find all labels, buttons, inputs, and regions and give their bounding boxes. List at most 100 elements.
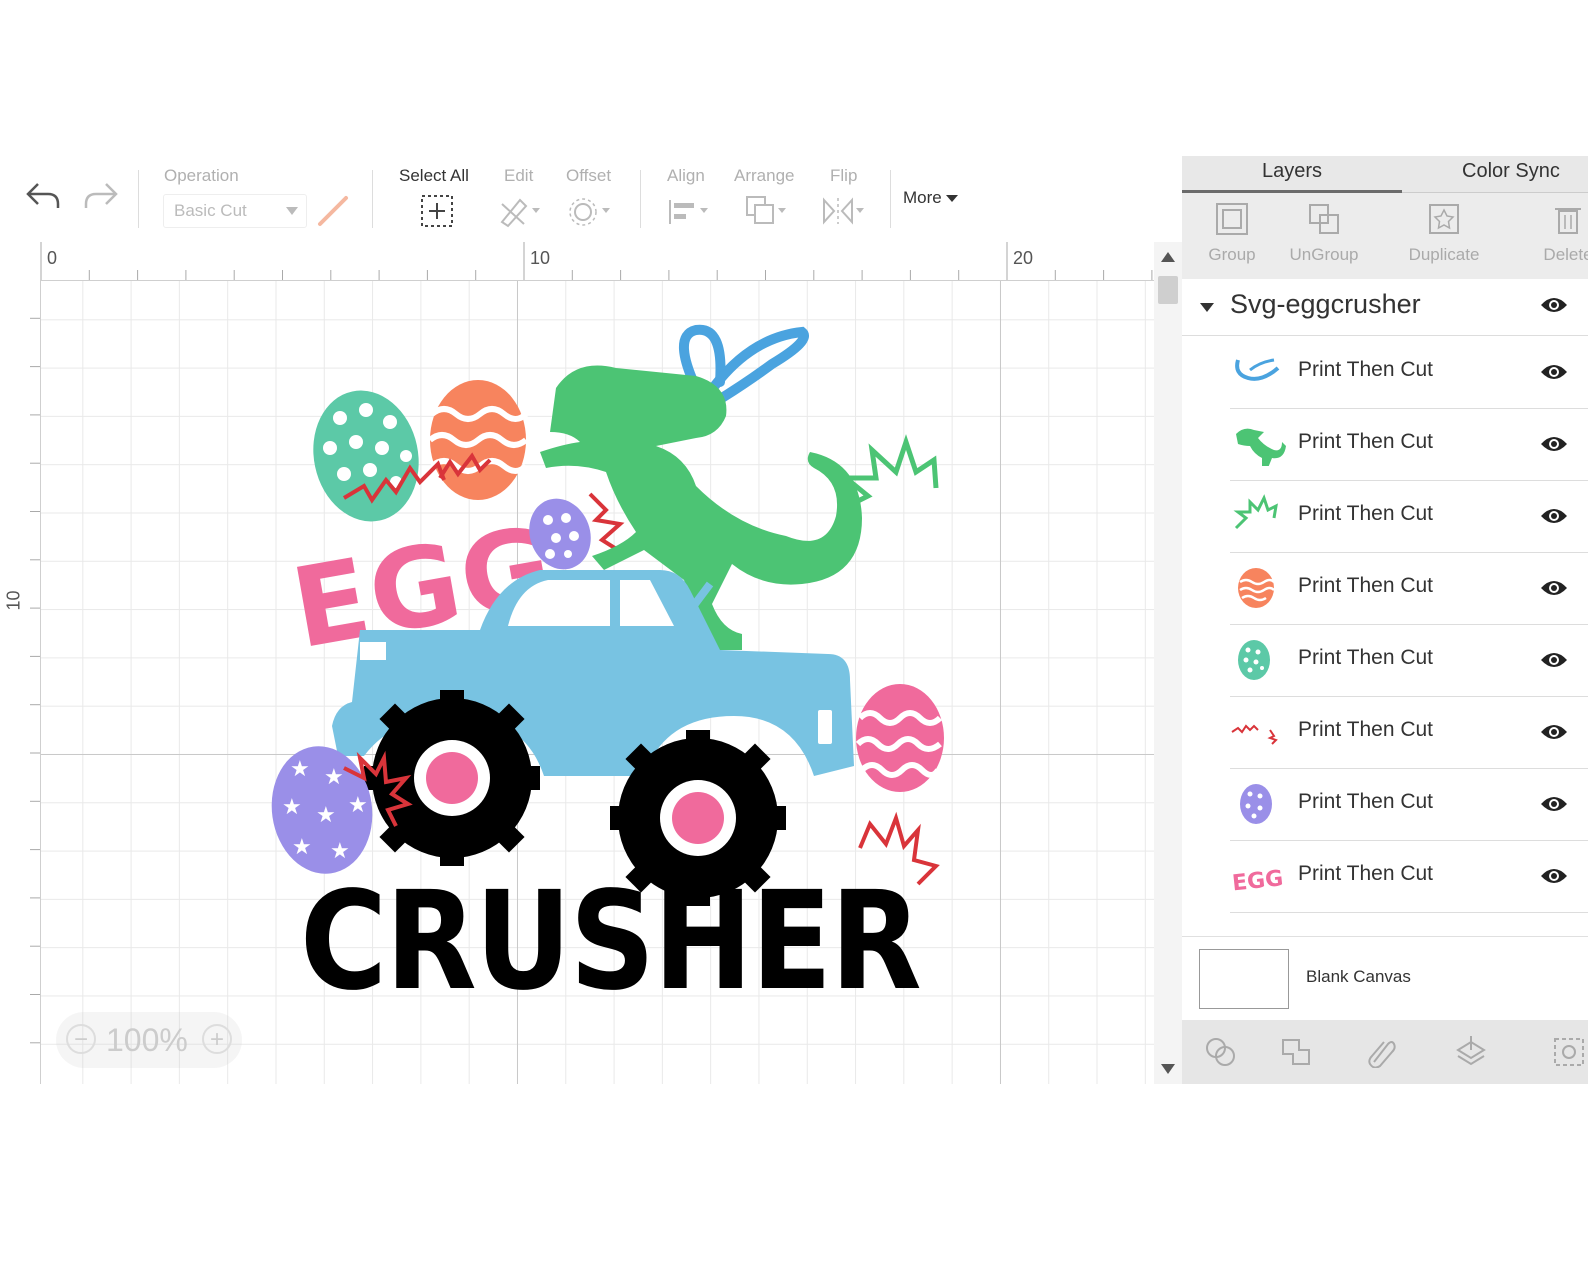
- select-all-icon[interactable]: [420, 194, 454, 228]
- blank-canvas-row[interactable]: Blank Canvas: [1182, 936, 1588, 1021]
- chevron-down-icon: [945, 195, 958, 203]
- layer-thumbnail-spark: [1233, 494, 1278, 530]
- layer-thumbnail-teal-egg: [1238, 640, 1270, 680]
- eye-icon[interactable]: [1540, 434, 1568, 454]
- eye-icon[interactable]: [1540, 578, 1568, 598]
- tab-layers[interactable]: Layers: [1262, 160, 1322, 183]
- duplicate-label: Duplicate: [1408, 245, 1480, 264]
- orange-egg[interactable]: [428, 380, 529, 500]
- layer-thumbnail-purple-egg: [1240, 784, 1272, 824]
- left-wheel[interactable]: [364, 690, 540, 866]
- panel-tabs: Layers Color Sync: [1182, 156, 1588, 193]
- eye-icon[interactable]: [1540, 650, 1568, 670]
- scroll-thumb[interactable]: [1158, 276, 1178, 304]
- align-icon[interactable]: [666, 194, 712, 228]
- duplicate-button[interactable]: Duplicate: [1394, 193, 1494, 279]
- svg-text:★: ★: [324, 765, 344, 790]
- attach-icon[interactable]: [1364, 1036, 1398, 1068]
- layer-group-row[interactable]: Svg-eggcrusher: [1182, 279, 1588, 336]
- duplicate-icon: [1429, 204, 1459, 234]
- eye-icon[interactable]: [1540, 295, 1568, 315]
- offset-label: Offset: [566, 166, 612, 185]
- undo-icon[interactable]: [24, 178, 64, 214]
- layer-name: Print Then Cut: [1298, 862, 1434, 885]
- ruler-top-label-0: 0: [47, 248, 58, 268]
- flatten-icon[interactable]: [1454, 1036, 1488, 1068]
- layers-panel: Layers Color Sync Group UnGroup Duplicat…: [1182, 156, 1588, 1084]
- ruler-top-ticks: [40, 242, 1153, 280]
- ruler-left-ticks: [30, 317, 40, 1044]
- ungroup-button[interactable]: UnGroup: [1274, 193, 1374, 279]
- layer-thumbnail-red-cracks: [1231, 724, 1278, 745]
- edit-icon[interactable]: [498, 194, 544, 228]
- canvas-scrollbar[interactable]: [1154, 242, 1182, 1084]
- layer-row[interactable]: Print Then Cut: [1230, 696, 1588, 769]
- tab-color-sync[interactable]: Color Sync: [1462, 160, 1560, 183]
- offset-icon[interactable]: [568, 194, 614, 228]
- svg-text:★: ★: [316, 803, 336, 828]
- layer-row[interactable]: Print Then Cut: [1230, 480, 1588, 553]
- layer-name: Print Then Cut: [1298, 790, 1434, 813]
- svg-text:★: ★: [282, 795, 302, 820]
- layer-name: Print Then Cut: [1298, 430, 1434, 453]
- weld-icon[interactable]: [1280, 1036, 1314, 1068]
- layer-name: Print Then Cut: [1298, 646, 1434, 669]
- ruler-top-label-20: 20: [1013, 248, 1034, 268]
- layer-row[interactable]: Print Then Cut: [1230, 624, 1588, 697]
- eye-icon[interactable]: [1540, 362, 1568, 382]
- operation-value: Basic Cut: [174, 201, 247, 220]
- scroll-up-icon[interactable]: [1161, 252, 1175, 262]
- layer-row[interactable]: Print Then Cut: [1230, 552, 1588, 625]
- eye-icon[interactable]: [1540, 506, 1568, 526]
- svg-text:★: ★: [292, 835, 312, 860]
- arrange-icon[interactable]: [744, 194, 790, 228]
- app-window: Operation Basic Cut Select All Edit Offs…: [0, 156, 1588, 1084]
- redo-icon[interactable]: [80, 178, 120, 214]
- layer-row[interactable]: EGG Print Then Cut: [1230, 840, 1588, 913]
- egg-crusher-artwork[interactable]: EGG ★ ★★ ★ ★★ ★ CRUSHER: [260, 298, 980, 1018]
- layer-thumbnail-egg-text: EGG: [1231, 866, 1284, 896]
- layer-actions: Group UnGroup Duplicate Delete: [1182, 193, 1588, 279]
- teal-egg[interactable]: [301, 381, 430, 532]
- design-canvas[interactable]: 0 10 20 10 EGG ★ ★ ★ ★ ★ ★ ★ CRUSHER − 1…: [0, 242, 1154, 1084]
- layer-name: Print Then Cut: [1298, 718, 1434, 741]
- layer-bottom-bar: [1182, 1020, 1588, 1084]
- trash-icon: [1555, 208, 1581, 234]
- layer-thumbnail-bunny-ears: [1235, 358, 1280, 381]
- ruler-top: 0 10 20: [0, 242, 1154, 281]
- layer-row[interactable]: Print Then Cut: [1230, 768, 1588, 841]
- select-all-label[interactable]: Select All: [399, 166, 469, 186]
- eye-icon[interactable]: [1540, 722, 1568, 742]
- blank-canvas-label: Blank Canvas: [1306, 967, 1411, 986]
- ruler-left-label-10: 10: [3, 590, 24, 611]
- flip-icon[interactable]: [820, 194, 866, 228]
- svg-text:★: ★: [330, 839, 350, 864]
- align-label: Align: [667, 166, 705, 185]
- layer-row[interactable]: Print Then Cut: [1230, 408, 1588, 481]
- layer-name: Print Then Cut: [1298, 502, 1434, 525]
- group-button[interactable]: Group: [1182, 193, 1282, 279]
- zoom-out-button[interactable]: −: [66, 1024, 96, 1054]
- contour-icon[interactable]: [1552, 1036, 1586, 1068]
- ruler-left: 10: [0, 280, 41, 1084]
- operation-select[interactable]: Basic Cut: [163, 194, 307, 228]
- delete-button[interactable]: Delete: [1518, 193, 1588, 279]
- zoom-in-button[interactable]: +: [202, 1024, 232, 1054]
- chevron-down-icon: [286, 207, 298, 215]
- pink-egg[interactable]: [855, 684, 944, 792]
- ruler-top-label-10: 10: [530, 248, 551, 268]
- ungroup-label: UnGroup: [1289, 245, 1359, 264]
- svg-text:★: ★: [348, 793, 368, 818]
- layer-row[interactable]: Print Then Cut: [1230, 336, 1588, 409]
- pen-color-icon[interactable]: [316, 194, 350, 228]
- crusher-text-art[interactable]: CRUSHER: [300, 863, 922, 1018]
- scroll-down-icon[interactable]: [1161, 1064, 1175, 1074]
- eye-icon[interactable]: [1540, 794, 1568, 814]
- slice-icon[interactable]: [1204, 1036, 1238, 1068]
- blank-canvas-swatch[interactable]: [1199, 949, 1289, 1009]
- svg-text:EGG: EGG: [1231, 866, 1284, 896]
- eye-icon[interactable]: [1540, 866, 1568, 886]
- more-button[interactable]: More: [903, 188, 958, 208]
- group-icon: [1216, 203, 1248, 235]
- collapse-arrow-icon[interactable]: [1200, 303, 1214, 312]
